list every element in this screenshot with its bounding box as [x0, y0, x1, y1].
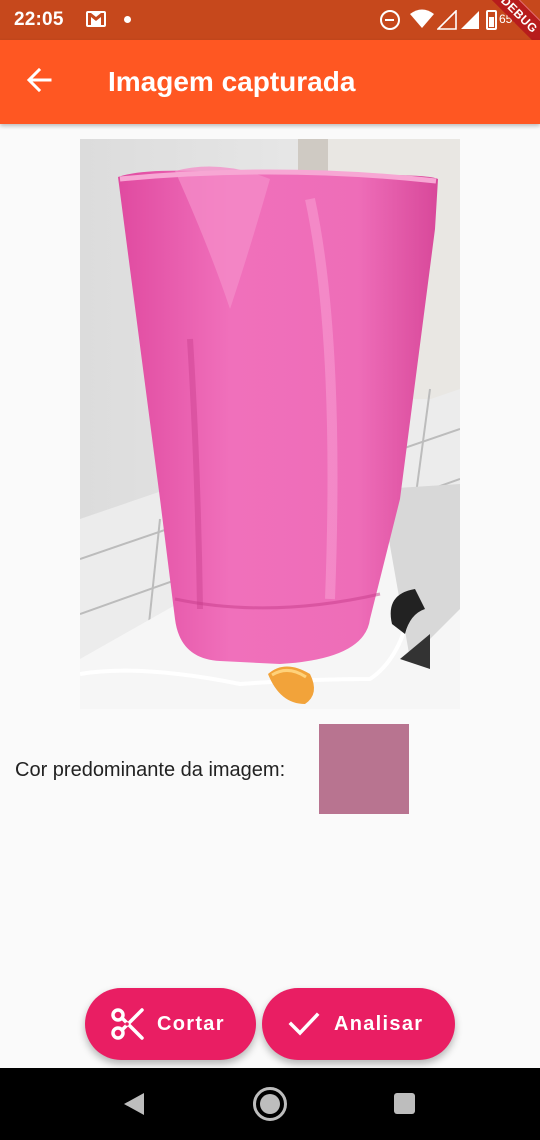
- dominant-color-swatch: [319, 724, 409, 814]
- crop-button[interactable]: Cortar: [85, 988, 256, 1060]
- crop-button-label: Cortar: [157, 1013, 225, 1035]
- status-time: 22:05: [14, 9, 64, 30]
- signal-icon: [436, 9, 457, 35]
- do-not-disturb-icon: [380, 10, 400, 30]
- navigation-bar: [0, 1068, 540, 1140]
- back-button[interactable]: [16, 58, 64, 106]
- back-triangle-icon[interactable]: [122, 1092, 146, 1121]
- scissors-icon: [109, 1006, 145, 1042]
- page-title: Imagem capturada: [108, 66, 356, 97]
- signal-icon: [460, 10, 480, 35]
- gmail-icon: [86, 11, 106, 27]
- battery-icon: [486, 10, 497, 30]
- app-bar: Imagem capturada: [0, 40, 540, 124]
- captured-image: [80, 139, 460, 709]
- notification-dot-icon: [124, 16, 131, 23]
- check-icon: [286, 1006, 322, 1042]
- wifi-icon: [410, 9, 434, 34]
- recents-square-icon[interactable]: [394, 1093, 415, 1114]
- analyze-button-label: Analisar: [334, 1013, 424, 1035]
- home-circle-icon[interactable]: [253, 1087, 287, 1121]
- status-bar: 22:05 65%: [0, 0, 540, 40]
- analyze-button[interactable]: Analisar: [262, 988, 455, 1060]
- arrow-back-icon: [26, 66, 54, 99]
- dominant-color-label: Cor predominante da imagem:: [15, 759, 286, 781]
- battery-fill: [489, 17, 494, 27]
